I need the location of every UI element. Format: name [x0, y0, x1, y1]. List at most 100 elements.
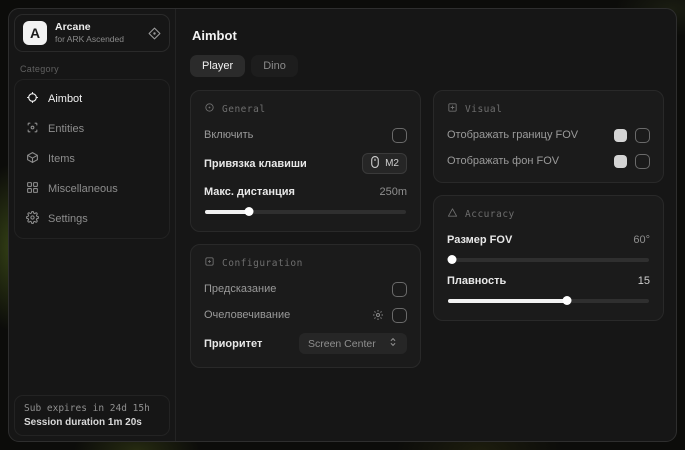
sidebar-item-items[interactable]: Items: [17, 144, 167, 174]
subscription-status: Sub expires in 24d 15h Session duration …: [14, 395, 170, 436]
smoothness-block: Плавность 15: [447, 273, 650, 305]
mouse-icon: [370, 156, 380, 171]
slider-thumb[interactable]: [448, 255, 457, 264]
humanize-label: Очеловечивание: [204, 309, 290, 321]
app-logo: A: [23, 21, 47, 45]
fov-size-value: 60°: [633, 234, 650, 246]
fov-size-row: Размер FOV 60°: [447, 232, 650, 248]
slider-fill: [205, 210, 249, 214]
box-plus-icon: [447, 102, 458, 116]
fov-bg-checkbox[interactable]: [635, 154, 650, 169]
priority-dropdown[interactable]: Screen Center: [299, 333, 407, 354]
card-visual: Visual Отображать границу FOV Отображать…: [433, 90, 664, 183]
chevron-up-down-icon: [388, 337, 398, 350]
card-accuracy-title: Accuracy: [465, 209, 515, 220]
brand-subtitle: for ARK Ascended: [55, 34, 140, 45]
smoothness-label: Плавность: [447, 275, 506, 287]
enable-row: Включить: [204, 127, 407, 143]
distance-slider[interactable]: [205, 207, 406, 216]
fov-border-row: Отображать границу FOV: [447, 127, 650, 143]
sidebar-item-label: Entities: [48, 123, 84, 135]
priority-value: Screen Center: [308, 338, 376, 350]
cards-grid: General Включить Привязка клавиши M2: [190, 90, 664, 368]
slider-track[interactable]: [448, 258, 649, 262]
sidebar-item-miscellaneous[interactable]: Miscellaneous: [17, 174, 167, 204]
humanize-row: Очеловечивание: [204, 307, 407, 323]
fov-border-color-swatch[interactable]: [614, 129, 627, 142]
keybind-button[interactable]: M2: [362, 153, 407, 174]
distance-row: Макс. дистанция 250m: [204, 184, 407, 200]
package-icon: [26, 151, 39, 167]
left-column: General Включить Привязка клавиши M2: [190, 90, 421, 368]
focus-icon[interactable]: [148, 27, 161, 40]
sidebar: A Arcane for ARK Ascended Category Aimbo…: [9, 9, 176, 441]
fov-size-block: Размер FOV 60°: [447, 232, 650, 264]
slider-fill: [448, 299, 567, 303]
nav-list: Aimbot Entities Items Miscellaneous Sett…: [14, 79, 170, 239]
keybind-label: Привязка клавиши: [204, 158, 307, 170]
distance-value: 250m: [379, 186, 407, 198]
fov-bg-label: Отображать фон FOV: [447, 155, 559, 167]
prediction-row: Предсказание: [204, 281, 407, 297]
sidebar-item-aimbot[interactable]: Aimbot: [17, 84, 167, 114]
category-label: Category: [20, 64, 164, 74]
grid-icon: [26, 181, 39, 197]
session-duration-text: Session duration 1m 20s: [24, 417, 160, 428]
tune-icon: [204, 256, 215, 270]
fov-bg-row: Отображать фон FOV: [447, 153, 650, 169]
humanize-checkbox[interactable]: [392, 308, 407, 323]
distance-label: Макс. дистанция: [204, 186, 295, 198]
sub-expires-text: Sub expires in 24d 15h: [24, 403, 160, 414]
brand-header: A Arcane for ARK Ascended: [14, 14, 170, 52]
humanize-gear-icon[interactable]: [372, 309, 384, 321]
prediction-label: Предсказание: [204, 283, 276, 295]
sidebar-item-label: Aimbot: [48, 93, 82, 105]
target-icon: [204, 102, 215, 116]
card-accuracy-header: Accuracy: [447, 207, 650, 221]
card-visual-header: Visual: [447, 102, 650, 116]
keybind-row: Привязка клавиши M2: [204, 153, 407, 174]
enable-checkbox[interactable]: [392, 128, 407, 143]
smoothness-slider[interactable]: [448, 296, 649, 305]
tab-player[interactable]: Player: [190, 55, 245, 77]
keybind-value: M2: [385, 158, 399, 169]
priority-label: Приоритет: [204, 338, 262, 350]
sidebar-item-label: Settings: [48, 213, 88, 225]
triangle-icon: [447, 207, 458, 221]
priority-row: Приоритет Screen Center: [204, 333, 407, 354]
slider-thumb[interactable]: [245, 207, 254, 216]
tab-dino[interactable]: Dino: [251, 55, 298, 77]
main-panel: Aimbot Player Dino General Включить: [176, 9, 676, 441]
humanize-controls: [372, 308, 407, 323]
card-configuration-header: Configuration: [204, 256, 407, 270]
sidebar-item-settings[interactable]: Settings: [17, 204, 167, 234]
distance-block: Макс. дистанция 250m: [204, 184, 407, 216]
card-visual-title: Visual: [465, 104, 502, 115]
enable-label: Включить: [204, 129, 253, 141]
crosshair-icon: [26, 91, 39, 107]
scan-icon: [26, 121, 39, 137]
prediction-checkbox[interactable]: [392, 282, 407, 297]
app-window: A Arcane for ARK Ascended Category Aimbo…: [8, 8, 677, 442]
sidebar-item-entities[interactable]: Entities: [17, 114, 167, 144]
card-configuration-title: Configuration: [222, 258, 303, 269]
smoothness-value: 15: [638, 275, 650, 287]
sidebar-item-label: Items: [48, 153, 75, 165]
brand-text: Arcane for ARK Ascended: [55, 21, 140, 45]
card-general-title: General: [222, 104, 266, 115]
card-general-header: General: [204, 102, 407, 116]
fov-size-slider[interactable]: [448, 255, 649, 264]
fov-bg-color-swatch[interactable]: [614, 155, 627, 168]
card-accuracy: Accuracy Размер FOV 60°: [433, 195, 664, 321]
page-title: Aimbot: [192, 28, 664, 43]
slider-thumb[interactable]: [562, 296, 571, 305]
smoothness-row: Плавность 15: [447, 273, 650, 289]
fov-border-checkbox[interactable]: [635, 128, 650, 143]
card-general: General Включить Привязка клавиши M2: [190, 90, 421, 232]
brand-title: Arcane: [55, 21, 140, 34]
sidebar-spacer: [14, 239, 170, 395]
gear-icon: [26, 211, 39, 227]
fov-bg-controls: [614, 154, 650, 169]
card-configuration: Configuration Предсказание Очеловечивани…: [190, 244, 421, 368]
sidebar-item-label: Miscellaneous: [48, 183, 118, 195]
